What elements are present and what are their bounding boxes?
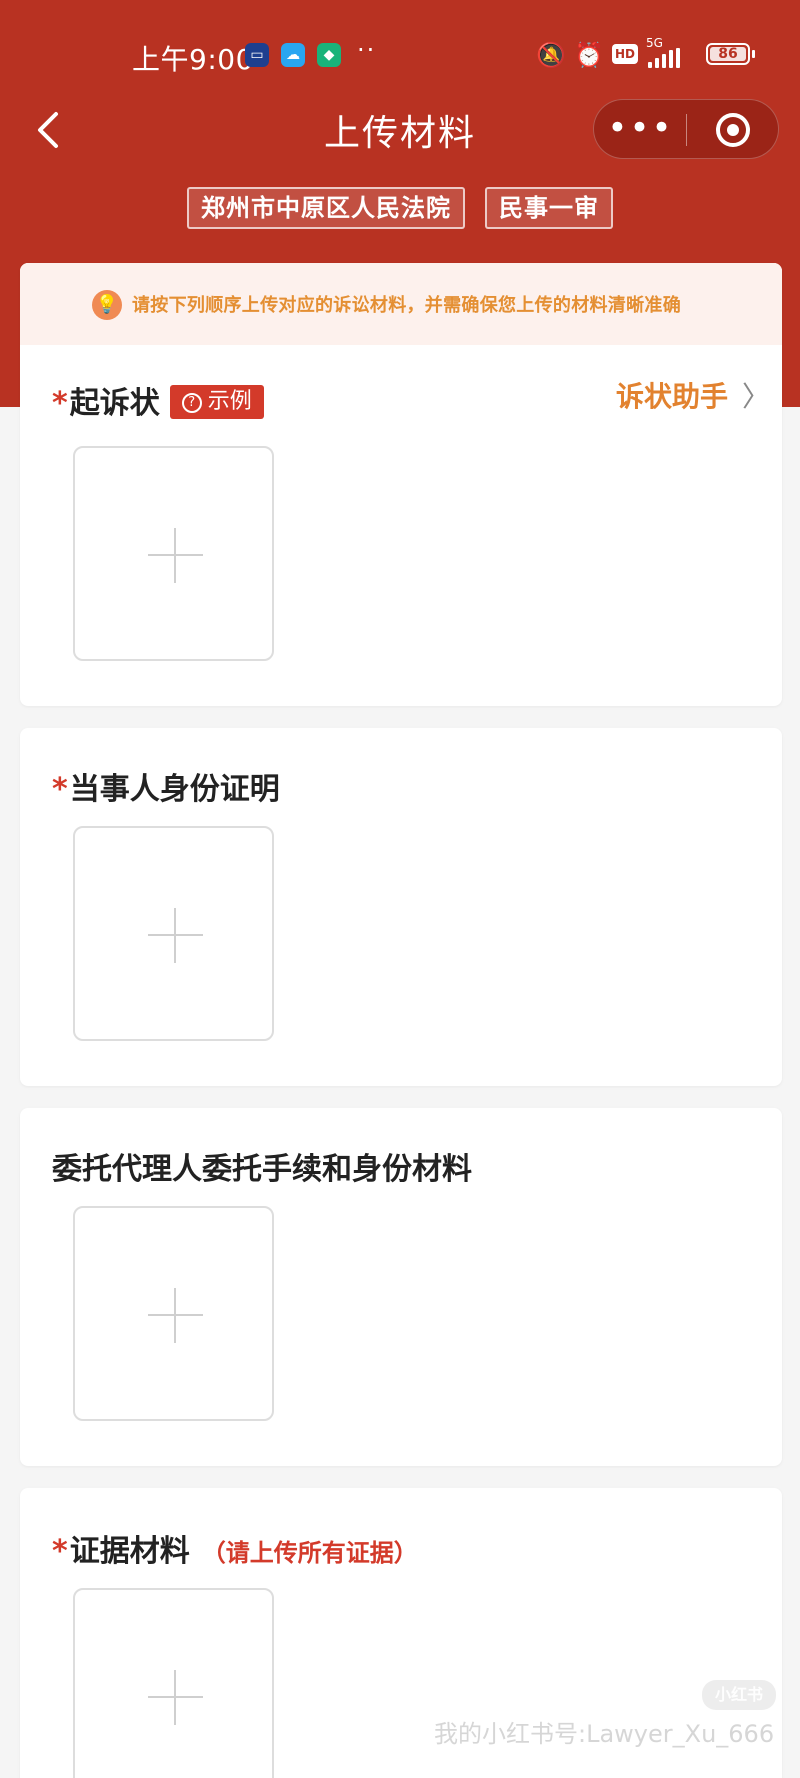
complaint-assistant-link[interactable]: 诉状助手〉 [616, 375, 770, 415]
example-button[interactable]: ? 示例 [169, 384, 264, 419]
capsule-divider [686, 114, 687, 146]
required-mark: * [52, 1534, 68, 1569]
shield-app-icon: ◆ [317, 43, 341, 67]
notice-banner: 💡 请按下列顺序上传对应的诉讼材料，并需确保您上传的材料清晰准确 [20, 263, 782, 345]
section-title-party-id: *当事人身份证明 [52, 772, 280, 807]
watermark-text: 我的小红书号:Lawyer_Xu_666 [434, 1720, 775, 1748]
required-mark: * [52, 772, 68, 807]
status-right: 🔕 ⏰ HD 5G 86 [536, 36, 756, 70]
court-tag: 郑州市中原区人民法院 [187, 187, 465, 229]
section-title-agent: 委托代理人委托手续和身份材料 [52, 1152, 472, 1187]
network-type: 5G [646, 36, 663, 50]
case-tags: 郑州市中原区人民法院 民事一审 [0, 187, 800, 229]
battery-level: 86 [718, 46, 738, 62]
section-title-evidence: *证据材料 （请上传所有证据） [52, 1534, 418, 1569]
status-bar: 上午9:00 ▭ ☁ ◆ ·· 🔕 ⏰ HD 5G 86 [0, 0, 800, 100]
notice-text: 请按下列顺序上传对应的诉讼材料，并需确保您上传的材料清晰准确 [132, 295, 681, 316]
upload-box-complaint[interactable] [73, 446, 274, 661]
close-miniprogram-button[interactable] [716, 113, 750, 147]
case-type-tag: 民事一审 [485, 187, 613, 229]
alarm-icon: ⏰ [574, 41, 604, 69]
evidence-hint: （请上传所有证据） [201, 1539, 418, 1567]
upload-box-evidence[interactable] [73, 1588, 274, 1778]
watermark-logo: 小红书 [702, 1680, 776, 1710]
required-mark: * [52, 386, 68, 421]
chevron-right-icon: 〉 [741, 380, 770, 413]
battery-icon: 86 [706, 43, 750, 65]
upload-box-agent[interactable] [73, 1206, 274, 1421]
question-icon: ? [181, 392, 202, 413]
agent-materials-card: 委托代理人委托手续和身份材料 [20, 1108, 782, 1466]
battery-tip [752, 50, 755, 58]
page: 上午9:00 ▭ ☁ ◆ ·· 🔕 ⏰ HD 5G 86 上传材料 ••• 郑州… [0, 0, 800, 1778]
miniprogram-capsule: ••• [593, 99, 779, 159]
status-time: 上午9:00 [132, 43, 254, 76]
more-notifications-icon: ·· [357, 36, 377, 64]
lightbulb-icon: 💡 [92, 290, 122, 320]
mute-icon: 🔕 [536, 41, 566, 69]
party-id-card: *当事人身份证明 [20, 728, 782, 1086]
notification-app-icon: ▭ [245, 43, 269, 67]
complaint-card: 💡 请按下列顺序上传对应的诉讼材料，并需确保您上传的材料清晰准确 *起诉状? 示例 [20, 263, 782, 706]
more-options-button[interactable]: ••• [594, 100, 687, 160]
cloud-app-icon: ☁ [281, 43, 305, 67]
hd-icon: HD [612, 44, 638, 64]
section-title-complaint: *起诉状? 示例 [52, 378, 264, 422]
upload-box-party-id[interactable] [73, 826, 274, 1041]
